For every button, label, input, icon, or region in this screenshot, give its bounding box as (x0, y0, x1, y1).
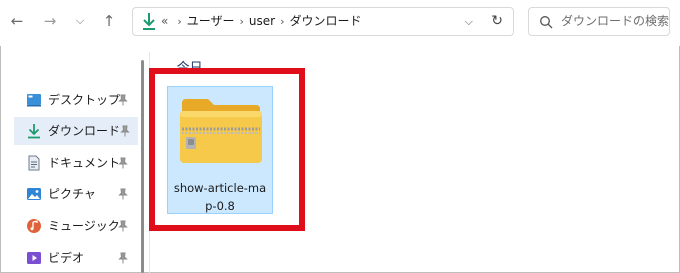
sidebar-item-label: ビデオ (48, 251, 85, 265)
arrow-right-icon: → (43, 12, 57, 30)
chevron-right-icon[interactable]: › (280, 15, 284, 28)
arrow-left-icon: ← (10, 12, 24, 30)
sidebar-item-label: ミュージック (48, 219, 120, 233)
sidebar-item-label: ドキュメント (48, 156, 121, 170)
search-placeholder: ダウンロードの検索 (561, 14, 670, 28)
sidebar-item-label: ピクチャ (48, 187, 96, 201)
file-name-line2: p-0.8 (205, 199, 235, 213)
sidebar-item-label: デスクトップ (48, 93, 121, 107)
search-icon (540, 16, 553, 29)
pin-icon (118, 157, 128, 169)
pane-divider[interactable] (149, 52, 150, 273)
zip-folder-icon (180, 99, 262, 163)
pin-icon (118, 252, 128, 264)
download-arrow-icon (143, 13, 155, 30)
document-icon (28, 155, 40, 171)
desktop-icon (27, 94, 41, 107)
sidebar-item-label: ダウンロード (48, 124, 121, 138)
pin-icon (120, 125, 130, 137)
sidebar-item-music[interactable]: ミュージック (18, 212, 136, 240)
breadcrumb-item-user[interactable]: user (249, 14, 275, 28)
group-label: 今日 (176, 61, 203, 76)
chevron-down-icon: ⌵ (464, 15, 473, 28)
chevron-down-icon: ⌵ (75, 14, 85, 27)
address-history-dropdown[interactable]: ⌵ (465, 8, 473, 35)
pin-icon (118, 94, 128, 106)
sidebar-item-documents[interactable]: ドキュメント (18, 149, 136, 177)
recent-locations-button[interactable]: ⌵ (69, 10, 91, 32)
file-item[interactable]: show-article-ma p-0.8 (167, 86, 273, 214)
download-icon (28, 124, 40, 139)
file-name-line1: show-article-ma (173, 181, 267, 195)
sidebar-item-desktop[interactable]: デスクトップ (18, 86, 136, 114)
pictures-icon (27, 188, 41, 200)
address-bar[interactable]: « › ユーザー › user › ダウンロード ⌵ ↻ (132, 7, 514, 36)
breadcrumb-item-users[interactable]: ユーザー (187, 14, 235, 28)
file-name: show-article-ma p-0.8 (170, 179, 270, 215)
refresh-icon: ↻ (491, 13, 503, 29)
chevron-right-icon[interactable]: › (240, 15, 244, 28)
breadcrumb-overflow[interactable]: « (161, 14, 168, 28)
navigation-pane: デスクトップ ダウンロード ドキュメント ピクチャ ミュージック ビデオ (0, 60, 140, 273)
search-input[interactable]: ダウンロードの検索 (528, 7, 670, 36)
breadcrumb: « › ユーザー › user › ダウンロード (161, 8, 362, 35)
sidebar-scrollbar[interactable] (141, 60, 144, 273)
sidebar-item-pictures[interactable]: ピクチャ (18, 180, 136, 208)
music-icon (27, 219, 41, 233)
chevron-down-icon: ⌵ (163, 64, 171, 75)
breadcrumb-item-downloads[interactable]: ダウンロード (290, 14, 362, 28)
chevron-right-icon[interactable]: › (177, 15, 181, 28)
forward-button[interactable]: → (39, 10, 61, 32)
sidebar-item-downloads[interactable]: ダウンロード (14, 117, 138, 145)
group-header-today[interactable]: ⌵ 今日 (163, 58, 203, 80)
pin-icon (118, 188, 128, 200)
navigation-bar: ← → ⌵ ↑ « › ユーザー › user › ダウンロード ⌵ ↻ ダウンロードの検索 (0, 0, 680, 46)
pin-icon (118, 220, 128, 232)
arrow-up-icon: ↑ (102, 12, 116, 30)
back-button[interactable]: ← (6, 10, 28, 32)
up-button[interactable]: ↑ (98, 10, 120, 32)
video-icon (27, 252, 41, 264)
refresh-button[interactable]: ↻ (491, 8, 503, 35)
sidebar-item-videos[interactable]: ビデオ (18, 244, 136, 272)
